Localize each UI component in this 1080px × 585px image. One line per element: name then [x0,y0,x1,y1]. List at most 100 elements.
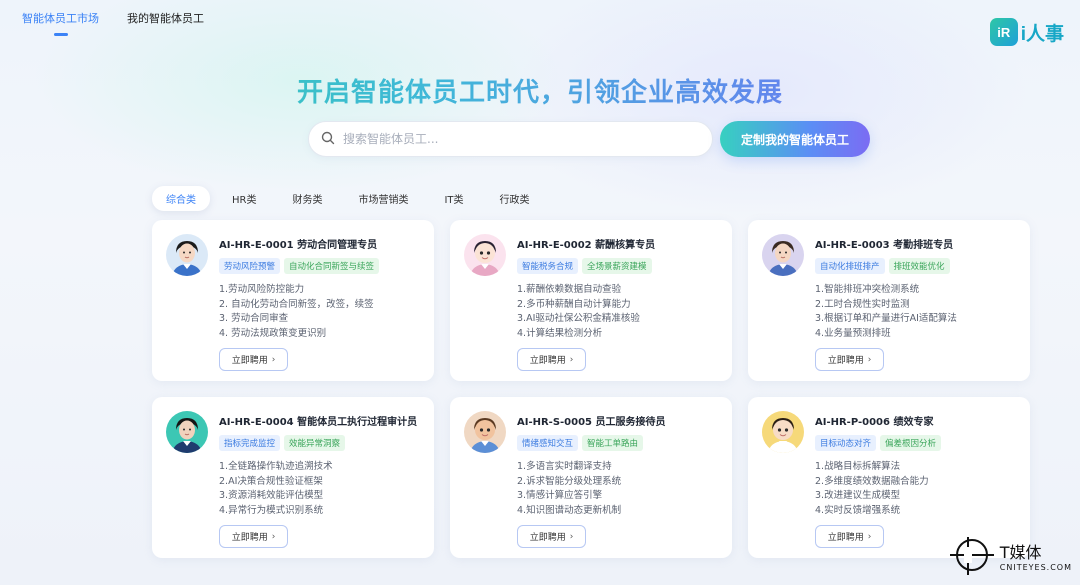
tag-list: 情绪感知交互 智能工单路由 [517,435,720,451]
feature-item: 3.情感计算应答引擎 [517,490,603,501]
watermark: T媒体 CNITEYES.COM [949,533,1072,577]
brand-logo: iR i人事 [989,18,1064,46]
agent-title: AI-HR-E-0001 劳动合同管理专员 [219,240,378,251]
avatar [762,411,804,453]
category-tab[interactable]: 行政类 [486,186,544,211]
feature-list: 1.全链路操作轨迹追溯技术 2.AI决策合规性验证框架 3.资源消耗效能评估模型 4.… [219,460,422,518]
skill-tag: 指标完成监控 [219,435,281,451]
avatar [762,234,804,276]
watermark-main-text: T媒体 [999,542,1042,562]
feature-item: 1.战略目标拆解算法 [815,461,901,472]
feature-item: 4.知识图谱动态更新机制 [517,504,622,516]
category-tab[interactable]: HR类 [218,186,270,211]
feature-item: 4.业务量预测排班 [815,327,891,339]
feature-list: 1.智能排班冲突检测系统 2.工时合规性实时监测 3.根据订单和产量进行AI适配算法… [815,283,1018,341]
avatar [166,234,208,276]
logo-text: i人事 [1020,23,1064,45]
feature-item: 2.AI决策合规性验证框架 [219,475,323,487]
feature-item: 2. 自动化劳动合同新签，改签，续签 [219,298,374,310]
hire-now-button[interactable]: 立即聘用 › [219,525,288,548]
skill-tag: 目标动态对齐 [815,435,877,451]
watermark-sub-text: CNITEYES.COM [999,562,1072,572]
skill-tag: 情绪感知交互 [517,435,579,451]
chevron-right-icon: › [271,354,276,365]
hire-now-button[interactable]: 立即聘用 › [815,348,884,371]
tab-agent-market[interactable]: 智能体员工市场 [22,10,99,36]
tag-list: 自动化排班排产 排班效能优化 [815,258,1018,274]
avatar [464,411,506,453]
feature-item: 2.工时合规性实时监测 [815,298,910,310]
avatar [166,411,208,453]
hire-button-label: 立即聘用 [529,356,566,366]
skill-tag: 偏差根因分析 [880,435,942,451]
agent-card: AI-HR-S-0005 员工服务接待员情绪感知交互 智能工单路由 1.多语言实时翻… [450,397,732,558]
feature-item: 1.多语言实时翻译支持 [517,461,612,472]
category-tabs: 综合类 HR类 财务类 市场营销类 IT类 行政类 [152,186,544,211]
skill-tag: 全场景薪资建模 [582,258,652,274]
agent-card: AI-HR-E-0003 考勤排班专员自动化排班排产 排班效能优化 1.智能排班冲突… [748,220,1030,381]
skill-tag: 劳动风险预警 [219,258,281,274]
agent-title: AI-HR-E-0002 薪酬核算专员 [517,240,656,251]
feature-item: 4.计算结果检测分析 [517,327,603,339]
category-tab[interactable]: 综合类 [152,186,210,211]
hire-button-label: 立即聘用 [529,533,566,543]
hire-button-label: 立即聘用 [231,356,268,366]
agent-card-grid: AI-HR-E-0001 劳动合同管理专员劳动风险预警 自动化合同新签与续签 1.劳… [152,220,1032,558]
hire-now-button[interactable]: 立即聘用 › [219,348,288,371]
feature-list: 1.薪酬依赖数据自动查验 2.多币种薪酬自动计算能力 3.AI驱动社保公积金精准核验… [517,283,720,341]
skill-tag: 效能异常洞察 [284,435,346,451]
agent-title: AI-HR-S-0005 员工服务接待员 [517,417,666,428]
hire-now-button[interactable]: 立即聘用 › [517,525,586,548]
feature-item: 4. 劳动法规政策变更识别 [219,327,327,339]
feature-item: 3.根据订单和产量进行AI适配算法 [815,313,957,324]
agent-card: AI-HR-E-0001 劳动合同管理专员劳动风险预警 自动化合同新签与续签 1.劳… [152,220,434,381]
category-tab[interactable]: 市场营销类 [344,186,422,211]
skill-tag: 自动化排班排产 [815,258,885,274]
feature-list: 1.劳动风险防控能力 2. 自动化劳动合同新签，改签，续签 3. 劳动合同审查 4. … [219,283,422,341]
tag-list: 目标动态对齐 偏差根因分析 [815,435,1018,451]
tag-list: 劳动风险预警 自动化合同新签与续签 [219,258,422,274]
feature-item: 1.薪酬依赖数据自动查验 [517,284,622,295]
feature-item: 4.实时反馈增强系统 [815,504,901,516]
feature-item: 3.资源消耗效能评估模型 [219,490,324,501]
category-tab[interactable]: 财务类 [278,186,336,211]
feature-list: 1.战略目标拆解算法 2.多维度绩效数据融合能力 3.改进建议生成模型 4.实时反馈增… [815,460,1018,518]
search-box[interactable] [308,121,713,157]
logo-badge-icon: iR [989,18,1018,46]
skill-tag: 自动化合同新签与续签 [284,258,380,274]
tag-list: 智能税务合规 全场景薪资建模 [517,258,720,274]
hire-button-label: 立即聘用 [827,356,864,366]
category-tab[interactable]: IT类 [430,186,477,211]
agent-title: AI-HR-E-0003 考勤排班专员 [815,240,954,251]
hire-now-button[interactable]: 立即聘用 › [815,525,884,548]
hire-now-button[interactable]: 立即聘用 › [517,348,586,371]
feature-list: 1.多语言实时翻译支持 2.诉求智能分级处理系统 3.情感计算应答引擎 4.知识图谱动… [517,460,720,518]
feature-item: 1.劳动风险防控能力 [219,284,305,295]
hero-title: 开启智能体员工时代，引领企业高效发展 [0,72,1080,109]
agent-card: AI-HR-E-0004 智能体员工执行过程审计员指标完成监控 效能异常洞察 1.全… [152,397,434,558]
feature-item: 1.智能排班冲突检测系统 [815,284,920,295]
customize-agent-button[interactable]: 定制我的智能体员工 [720,121,870,157]
skill-tag: 智能工单路由 [582,435,644,451]
watermark-logo-icon [949,537,994,575]
feature-item: 1.全链路操作轨迹追溯技术 [219,461,333,472]
tab-my-agents[interactable]: 我的智能体员工 [127,10,204,36]
agent-title: AI-HR-E-0004 智能体员工执行过程审计员 [219,417,418,428]
agent-card: AI-HR-E-0002 薪酬核算专员智能税务合规 全场景薪资建模 1.薪酬依赖数据… [450,220,732,381]
chevron-right-icon: › [867,531,872,542]
feature-item: 3.改进建议生成模型 [815,490,901,501]
top-nav: 智能体员工市场 我的智能体员工 [22,10,204,36]
search-input[interactable] [343,132,712,146]
search-icon [321,130,335,149]
feature-item: 4.异常行为模式识别系统 [219,504,324,516]
chevron-right-icon: › [569,531,574,542]
chevron-right-icon: › [569,354,574,365]
agent-title: AI-HR-P-0006 绩效专家 [815,417,934,428]
hire-button-label: 立即聘用 [231,533,268,543]
skill-tag: 排班效能优化 [888,258,950,274]
chevron-right-icon: › [271,531,276,542]
hire-button-label: 立即聘用 [827,533,864,543]
chevron-right-icon: › [867,354,872,365]
feature-item: 2.诉求智能分级处理系统 [517,475,622,487]
avatar [464,234,506,276]
